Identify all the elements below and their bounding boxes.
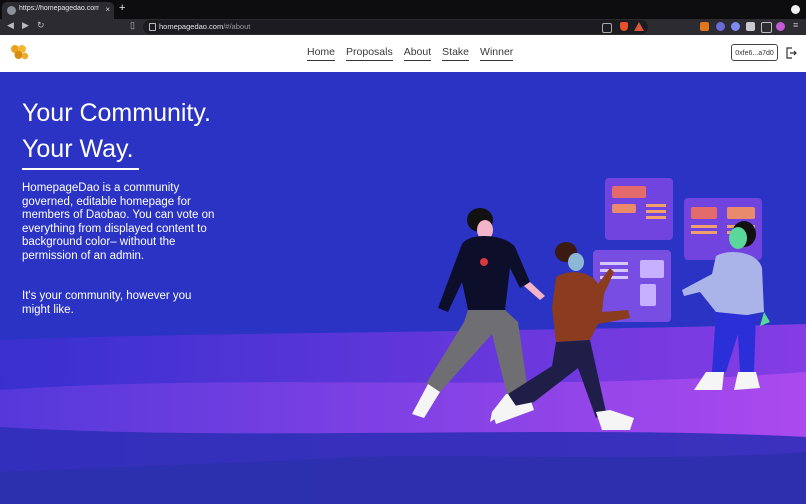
extension-icon[interactable] [716,22,725,31]
forward-icon[interactable]: ▶ [22,20,29,31]
hero-tagline: It's your community, however you might l… [22,290,192,316]
wallet-address-button[interactable]: 0xfe6...a7d0 [731,44,778,61]
tab-menu-icon[interactable] [791,5,800,14]
url-path: /#/about [223,22,251,31]
metamask-icon[interactable] [700,22,709,31]
new-tab-button[interactable]: + [119,2,125,14]
main-nav: Home Proposals About Stake Winner [307,46,514,61]
site-header: Home Proposals About Stake Winner 0xfe6.… [0,35,806,72]
address-bar[interactable]: homepagedao.com/#/about [143,20,648,34]
nav-proposals[interactable]: Proposals [346,46,393,61]
nav-about[interactable]: About [403,46,432,61]
menu-icon[interactable]: ≡ [793,20,798,30]
headline-underline [22,168,139,170]
url-text: homepagedao.com/#/about [159,22,250,31]
floating-panel [605,178,673,240]
extension-icon[interactable] [731,22,740,31]
headline-line-1: Your Community. [22,99,211,127]
browser-tab-bar: https://homepagedao.com/#/about × + [0,0,806,19]
hero-headline: Your Community. Your Way. [22,95,211,167]
lock-icon [149,23,156,31]
bookmark-icon[interactable]: ▯ [130,20,135,31]
headline-line-2: Your Way. [22,135,134,163]
nav-winner[interactable]: Winner [480,46,514,61]
tab-title: https://homepagedao.com/#/about [19,5,99,12]
back-icon[interactable]: ◀ [7,20,14,31]
share-icon[interactable] [602,23,612,33]
nav-home[interactable]: Home [307,46,336,61]
brave-shield-icon[interactable] [620,22,628,31]
brave-rewards-icon[interactable] [634,22,644,31]
reload-icon[interactable]: ↻ [37,20,45,31]
favicon-icon [7,6,16,15]
browser-tab[interactable]: https://homepagedao.com/#/about × [2,2,114,19]
extensions-icon[interactable] [746,22,755,31]
browser-toolbar: ◀ ▶ ↻ ▯ homepagedao.com/#/about ≡ [0,19,806,35]
logout-icon[interactable] [786,47,797,59]
wallet-icon[interactable] [761,22,772,33]
profile-avatar[interactable] [776,22,785,31]
hero-description: HomepageDao is a community governed, edi… [22,182,215,262]
nav-stake[interactable]: Stake [442,46,470,61]
hero-section: Your Community. Your Way. HomepageDao is… [0,72,806,504]
tab-close-icon[interactable]: × [105,5,110,14]
url-host: homepagedao.com [159,22,224,31]
logo-icon[interactable] [9,44,29,62]
